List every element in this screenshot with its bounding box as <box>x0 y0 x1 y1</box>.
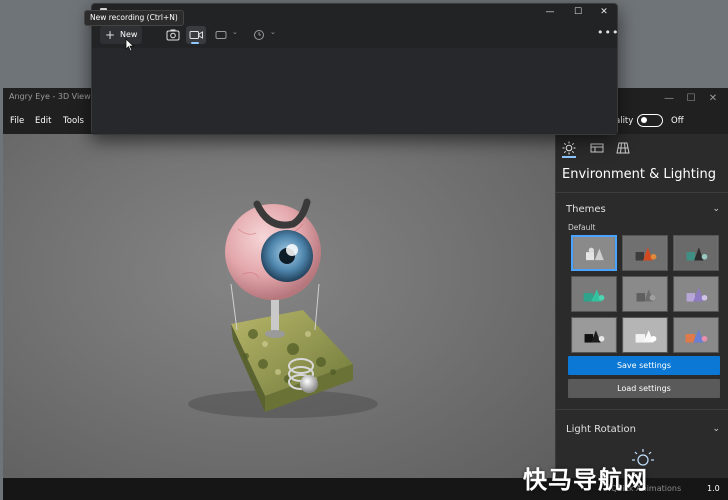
watermark: 快马导航网 <box>523 466 648 494</box>
chevron-down-icon[interactable]: ⌄ <box>712 204 720 214</box>
chevron-down-icon[interactable]: ⌄ <box>712 424 720 434</box>
close-button[interactable]: ✕ <box>705 91 721 107</box>
active-mode-indicator <box>191 42 199 44</box>
mixed-reality-state: Off <box>671 116 684 126</box>
environment-panel: Environment & Lighting Themes ⌄ Default <box>555 134 728 478</box>
rectangle-icon <box>215 31 227 39</box>
screenshot-mode-button[interactable] <box>164 26 182 44</box>
maximize-button[interactable]: ☐ <box>683 91 699 107</box>
snip-minimize-button[interactable]: — <box>540 4 560 20</box>
theme-teal-dark[interactable] <box>673 235 719 271</box>
3d-viewer-window: Angry Eye - 3D Viewer — ☐ ✕ File Edit To… <box>3 88 728 500</box>
chevron-down-icon: ⌄ <box>232 28 238 36</box>
divider <box>556 192 728 193</box>
3d-viewport[interactable] <box>3 134 555 478</box>
theme-red-orange[interactable] <box>622 235 668 271</box>
snip-maximize-button[interactable]: ☐ <box>568 4 588 20</box>
light-rotation-heading[interactable]: Light Rotation <box>566 424 636 435</box>
theme-default[interactable] <box>571 235 617 271</box>
new-button[interactable]: + New <box>100 26 142 44</box>
divider <box>556 409 728 410</box>
delay-dropdown[interactable]: ⌄ <box>250 26 280 44</box>
theme-black-white[interactable] <box>571 317 617 353</box>
active-tab-indicator <box>562 156 576 158</box>
snip-content-area <box>92 48 617 134</box>
theme-pink-blue[interactable] <box>673 317 719 353</box>
themes-heading[interactable]: Themes <box>566 204 606 215</box>
save-settings-button[interactable]: Save settings <box>568 356 720 375</box>
grid-icon[interactable] <box>616 140 630 154</box>
default-theme-label: Default <box>568 223 596 232</box>
load-settings-button[interactable]: Load settings <box>568 379 720 398</box>
new-recording-tooltip: New recording (Ctrl+N) <box>84 10 184 26</box>
plus-icon: + <box>105 28 116 42</box>
panel-title: Environment & Lighting <box>562 167 716 182</box>
more-options-icon[interactable]: ••• <box>597 26 619 39</box>
minimize-button[interactable]: — <box>661 91 677 107</box>
chevron-down-icon: ⌄ <box>270 28 276 36</box>
menu-file[interactable]: File <box>10 116 24 126</box>
theme-purple[interactable] <box>673 276 719 312</box>
angry-eye-model[interactable] <box>3 134 555 478</box>
video-mode-button[interactable] <box>186 26 206 44</box>
snip-close-button[interactable]: ✕ <box>594 4 614 20</box>
mixed-reality-toggle[interactable] <box>637 114 663 127</box>
clock-icon <box>254 30 264 40</box>
theme-white[interactable] <box>622 317 668 353</box>
mouse-cursor-icon <box>125 38 135 52</box>
zoom-level: 1.0 <box>707 484 720 493</box>
camera-icon <box>166 29 180 41</box>
viewer-title: Angry Eye - 3D Viewer <box>9 92 99 101</box>
toggle-knob <box>641 117 647 123</box>
sun-icon[interactable] <box>562 140 576 155</box>
snip-shape-dropdown[interactable]: ⌄ <box>212 26 242 44</box>
menu-edit[interactable]: Edit <box>35 116 51 126</box>
theme-grey[interactable] <box>622 276 668 312</box>
environment-icon[interactable] <box>590 140 604 154</box>
theme-green[interactable] <box>571 276 617 312</box>
menu-tools[interactable]: Tools <box>63 116 84 126</box>
